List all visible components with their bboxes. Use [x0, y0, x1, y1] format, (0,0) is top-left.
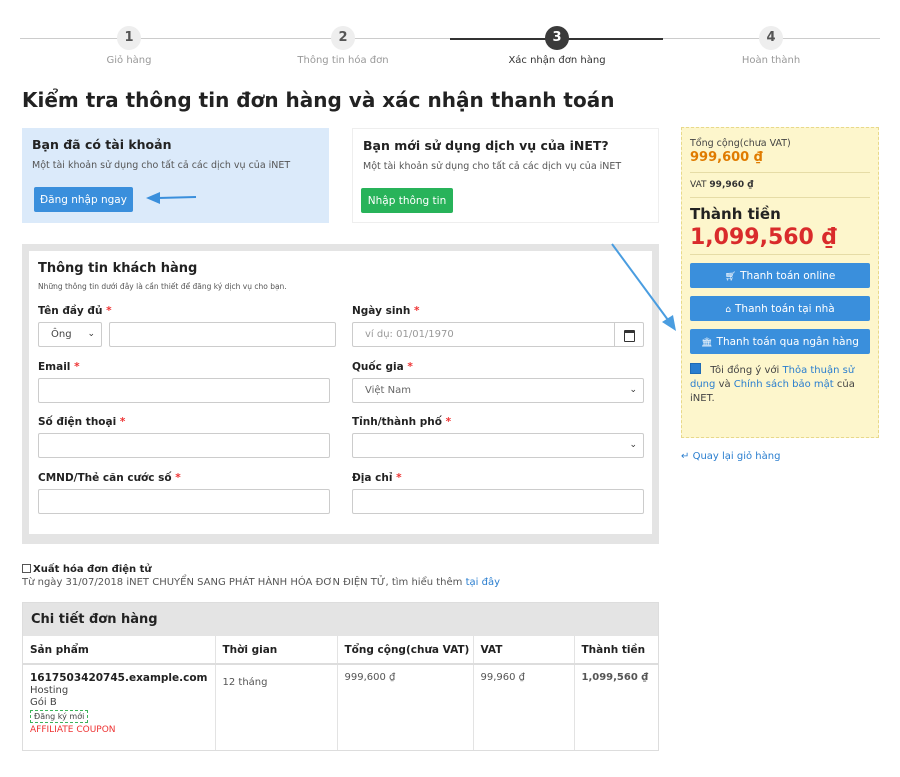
- step-cart[interactable]: 1 Giỏ hàng: [69, 26, 189, 66]
- new-account-box: Bạn mới sử dụng dịch vụ của iNET? Một tà…: [352, 128, 659, 223]
- duration-cell: 12 tháng: [215, 664, 338, 750]
- dob-input[interactable]: ví dụ: 01/01/1970: [352, 322, 644, 347]
- agree-text: Tôi đồng ý với: [710, 365, 780, 376]
- step-confirm-order: 3 Xác nhận đơn hàng: [497, 26, 617, 66]
- customer-info-card: Thông tin khách hàng Những thông tin dướ…: [29, 251, 652, 534]
- einvoice-label: Xuất hóa đơn điện tử: [33, 564, 152, 575]
- page-title: Kiểm tra thông tin đơn hàng và xác nhận …: [22, 88, 615, 112]
- bank-icon: 🏛︎: [701, 337, 713, 348]
- product-cell: 1617503420745.example.com Hosting Gói B …: [23, 664, 216, 750]
- divider: [690, 197, 870, 198]
- coupon-label: AFFILIATE COUPON: [30, 725, 116, 735]
- email-input[interactable]: [38, 378, 330, 403]
- col-header-total: Thành tiền: [574, 636, 658, 665]
- phone-input[interactable]: [38, 433, 330, 458]
- new-account-title: Bạn mới sử dụng dịch vụ của iNET?: [363, 138, 609, 153]
- vat-cell: 99,960 ₫: [473, 664, 575, 750]
- step-label: Hoàn thành: [741, 55, 801, 66]
- province-label: Tỉnh/thành phố *: [352, 416, 452, 428]
- table-row: 1617503420745.example.com Hosting Gói B …: [23, 664, 658, 750]
- new-registration-badge: Đăng ký mới: [30, 710, 89, 723]
- calendar-icon[interactable]: [614, 323, 643, 346]
- col-header-product: Sản phẩm: [23, 636, 216, 665]
- chevron-down-icon: ⌄: [87, 329, 95, 339]
- divider: [690, 254, 870, 255]
- country-select[interactable]: Việt Nam ⌄: [352, 378, 644, 403]
- existing-account-title: Bạn đã có tài khoản: [32, 137, 172, 152]
- order-summary: Tổng cộng(chưa VAT) 999,600 ₫ VAT 99,960…: [681, 127, 879, 438]
- home-icon: ⌂: [725, 304, 732, 315]
- pay-online-button[interactable]: 🛒︎ Thanh toán online: [690, 263, 870, 288]
- subtotal-cell: 999,600 ₫: [337, 664, 474, 750]
- checkout-stepper: 1 Giỏ hàng 2 Thông tin hóa đơn 3 Xác nhậ…: [20, 22, 880, 72]
- col-header-vat: VAT: [473, 636, 575, 665]
- col-header-duration: Thời gian: [215, 636, 338, 665]
- product-domain: 1617503420745.example.com: [30, 672, 208, 684]
- phone-label: Số điện thoại *: [38, 416, 126, 428]
- terms-agreement: Tôi đồng ý với Thỏa thuận sử dụng và Chí…: [690, 363, 870, 406]
- id-number-label: CMND/Thẻ căn cước số *: [38, 472, 181, 484]
- step-invoice-info[interactable]: 2 Thông tin hóa đơn: [283, 26, 403, 66]
- grand-total-label: Thành tiền: [690, 205, 781, 223]
- einvoice-option[interactable]: Xuất hóa đơn điện tử: [22, 562, 152, 575]
- step-number: 1: [117, 26, 141, 50]
- step-number: 2: [331, 26, 355, 50]
- id-number-input[interactable]: [38, 489, 330, 514]
- total-cell: 1,099,560 ₫: [581, 672, 649, 683]
- step-label: Giỏ hàng: [106, 55, 152, 66]
- order-details-title: Chi tiết đơn hàng: [23, 603, 658, 636]
- product-type: Hosting: [30, 685, 69, 696]
- einvoice-learn-more-link[interactable]: tại đây: [466, 577, 500, 588]
- step-label: Xác nhận đơn hàng: [508, 55, 606, 66]
- customer-info-title: Thông tin khách hàng: [38, 261, 198, 276]
- pay-by-bank-button[interactable]: 🏛︎ Thanh toán qua ngân hàng: [690, 329, 870, 354]
- fullname-label: Tên đầy đủ *: [38, 305, 112, 317]
- grand-total-value: 1,099,560 ₫: [690, 225, 837, 250]
- agree-checkbox[interactable]: [690, 363, 701, 374]
- address-input[interactable]: [352, 489, 644, 514]
- vat-line: VAT 99,960 ₫: [690, 180, 754, 190]
- product-plan: Gói B: [30, 697, 57, 708]
- subtotal-value: 999,600 ₫: [690, 150, 763, 165]
- existing-account-desc: Một tài khoản sử dụng cho tất cả các dịc…: [32, 160, 291, 171]
- cart-icon: 🛒︎: [724, 271, 737, 282]
- einvoice-checkbox[interactable]: [22, 564, 31, 573]
- step-number: 3: [545, 26, 569, 50]
- country-label: Quốc gia *: [352, 361, 413, 373]
- existing-account-box: Bạn đã có tài khoản Một tài khoản sử dụn…: [22, 128, 329, 223]
- order-table: Sản phẩm Thời gian Tổng cộng(chưa VAT) V…: [23, 636, 658, 750]
- chevron-down-icon: ⌄: [629, 440, 637, 450]
- step-label: Thông tin hóa đơn: [297, 55, 389, 66]
- pay-at-home-button[interactable]: ⌂ Thanh toán tại nhà: [690, 296, 870, 321]
- step-complete: 4 Hoàn thành: [711, 26, 831, 66]
- back-to-cart-link[interactable]: ↵ Quay lại giỏ hàng: [681, 451, 780, 462]
- customer-info-subtitle: Những thông tin dưới đây là cần thiết để…: [38, 282, 287, 291]
- email-label: Email *: [38, 361, 80, 373]
- customer-info-panel: Thông tin khách hàng Những thông tin dướ…: [22, 244, 659, 544]
- salutation-select[interactable]: Ông ⌄: [38, 322, 102, 347]
- order-details: Chi tiết đơn hàng Sản phẩm Thời gian Tổn…: [22, 602, 659, 751]
- agree-text: và: [718, 379, 731, 390]
- return-arrow-icon: ↵: [681, 451, 690, 462]
- address-label: Địa chỉ *: [352, 472, 402, 484]
- divider: [690, 172, 870, 173]
- fullname-input[interactable]: [109, 322, 336, 347]
- login-button[interactable]: Đăng nhập ngay: [34, 187, 133, 212]
- new-account-desc: Một tài khoản sử dụng cho tất cả các dịc…: [363, 161, 622, 172]
- enter-info-button[interactable]: Nhập thông tin: [361, 188, 453, 213]
- col-header-subtotal: Tổng cộng(chưa VAT): [337, 636, 474, 665]
- chevron-down-icon: ⌄: [629, 385, 637, 395]
- step-number: 4: [759, 26, 783, 50]
- einvoice-note: Từ ngày 31/07/2018 iNET CHUYỂN SANG PHÁT…: [22, 577, 500, 588]
- subtotal-label: Tổng cộng(chưa VAT): [690, 138, 791, 149]
- privacy-policy-link[interactable]: Chính sách bảo mật: [734, 379, 834, 390]
- dob-label: Ngày sinh *: [352, 305, 420, 317]
- province-select[interactable]: ⌄: [352, 433, 644, 458]
- einvoice-note-text: Từ ngày 31/07/2018 iNET CHUYỂN SANG PHÁT…: [22, 577, 463, 588]
